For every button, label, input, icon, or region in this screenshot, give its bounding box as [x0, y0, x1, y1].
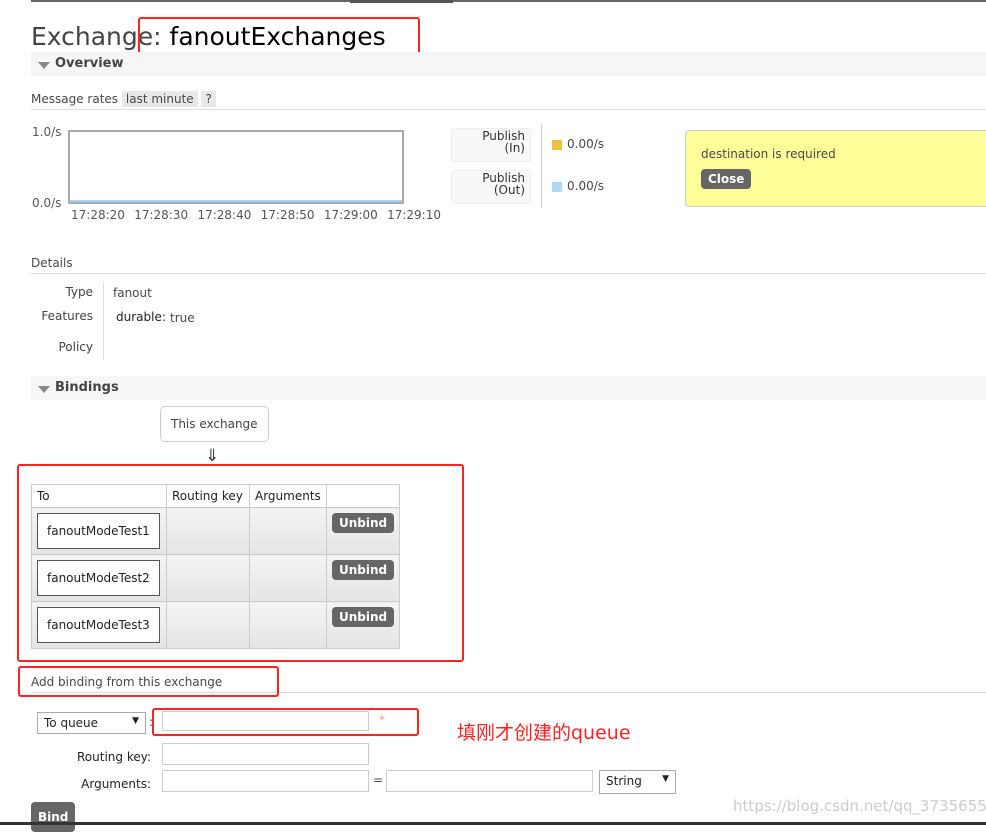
- annotation-box: [17, 464, 464, 662]
- type-value: fanout: [113, 286, 152, 300]
- x-tick: 17:28:50: [260, 208, 315, 222]
- bind-button[interactable]: Bind: [31, 802, 76, 832]
- details-header: Details: [31, 256, 986, 274]
- annotation-box: [18, 666, 279, 697]
- close-button[interactable]: Close: [701, 169, 752, 189]
- this-exchange-box: This exchange: [160, 406, 269, 442]
- argument-value-input[interactable]: [386, 770, 593, 792]
- x-tick: 17:28:20: [71, 208, 125, 222]
- routing-key-label: Routing key:: [77, 750, 151, 764]
- error-notice: destination is required Close: [685, 130, 986, 207]
- argument-type-select[interactable]: String ▼: [599, 770, 676, 794]
- annotation-box: [152, 708, 419, 736]
- divider: [103, 282, 104, 360]
- active-tab-indicator: [350, 0, 453, 3]
- rate-in: 0.00/s: [567, 137, 605, 151]
- durable-key: durable:: [116, 310, 166, 324]
- x-axis: 17:28:20 17:28:30 17:28:40 17:28:50 17:2…: [71, 208, 441, 222]
- series-line: [70, 200, 402, 202]
- x-tick: 17:29:10: [387, 208, 441, 222]
- policy-label: Policy: [58, 340, 93, 354]
- routing-key-input[interactable]: [162, 743, 369, 765]
- legend-publish-out: Publish (Out): [451, 170, 531, 204]
- down-arrow-icon: ⇓: [205, 446, 220, 466]
- y-tick: 0.0/s: [32, 196, 62, 210]
- durable-value: true: [170, 311, 195, 325]
- top-nav-border: [31, 0, 986, 2]
- divider: [541, 124, 542, 208]
- watermark: https://blog.csdn.net/qq_37356556: [733, 797, 986, 815]
- message-rates-header: Message rates last minute ?: [31, 91, 986, 110]
- equals-sign: =: [373, 773, 384, 787]
- features-label: Features: [41, 309, 93, 323]
- x-tick: 17:29:00: [323, 208, 378, 222]
- rate-out: 0.00/s: [567, 179, 605, 193]
- x-tick: 17:28:40: [197, 208, 252, 222]
- help-button[interactable]: ?: [201, 91, 216, 107]
- swatch-in: [552, 140, 562, 150]
- type-label: Type: [65, 285, 93, 299]
- bindings-section-toggle[interactable]: Bindings: [31, 376, 986, 400]
- x-tick: 17:28:30: [134, 208, 189, 222]
- legend-publish-in: Publish (In): [451, 128, 531, 162]
- range-selector[interactable]: last minute: [121, 91, 198, 107]
- argument-key-input[interactable]: [162, 770, 369, 792]
- message-rates-chart: [68, 130, 404, 204]
- annotation-text: 填刚才创建的queue: [457, 722, 631, 744]
- overview-section-toggle[interactable]: Overview: [31, 52, 986, 76]
- arguments-label: Arguments:: [81, 777, 151, 791]
- y-tick: 1.0/s: [32, 125, 62, 139]
- destination-type-select[interactable]: To queue ▼: [37, 712, 146, 734]
- notice-text: destination is required: [701, 147, 836, 161]
- swatch-out: [552, 182, 562, 192]
